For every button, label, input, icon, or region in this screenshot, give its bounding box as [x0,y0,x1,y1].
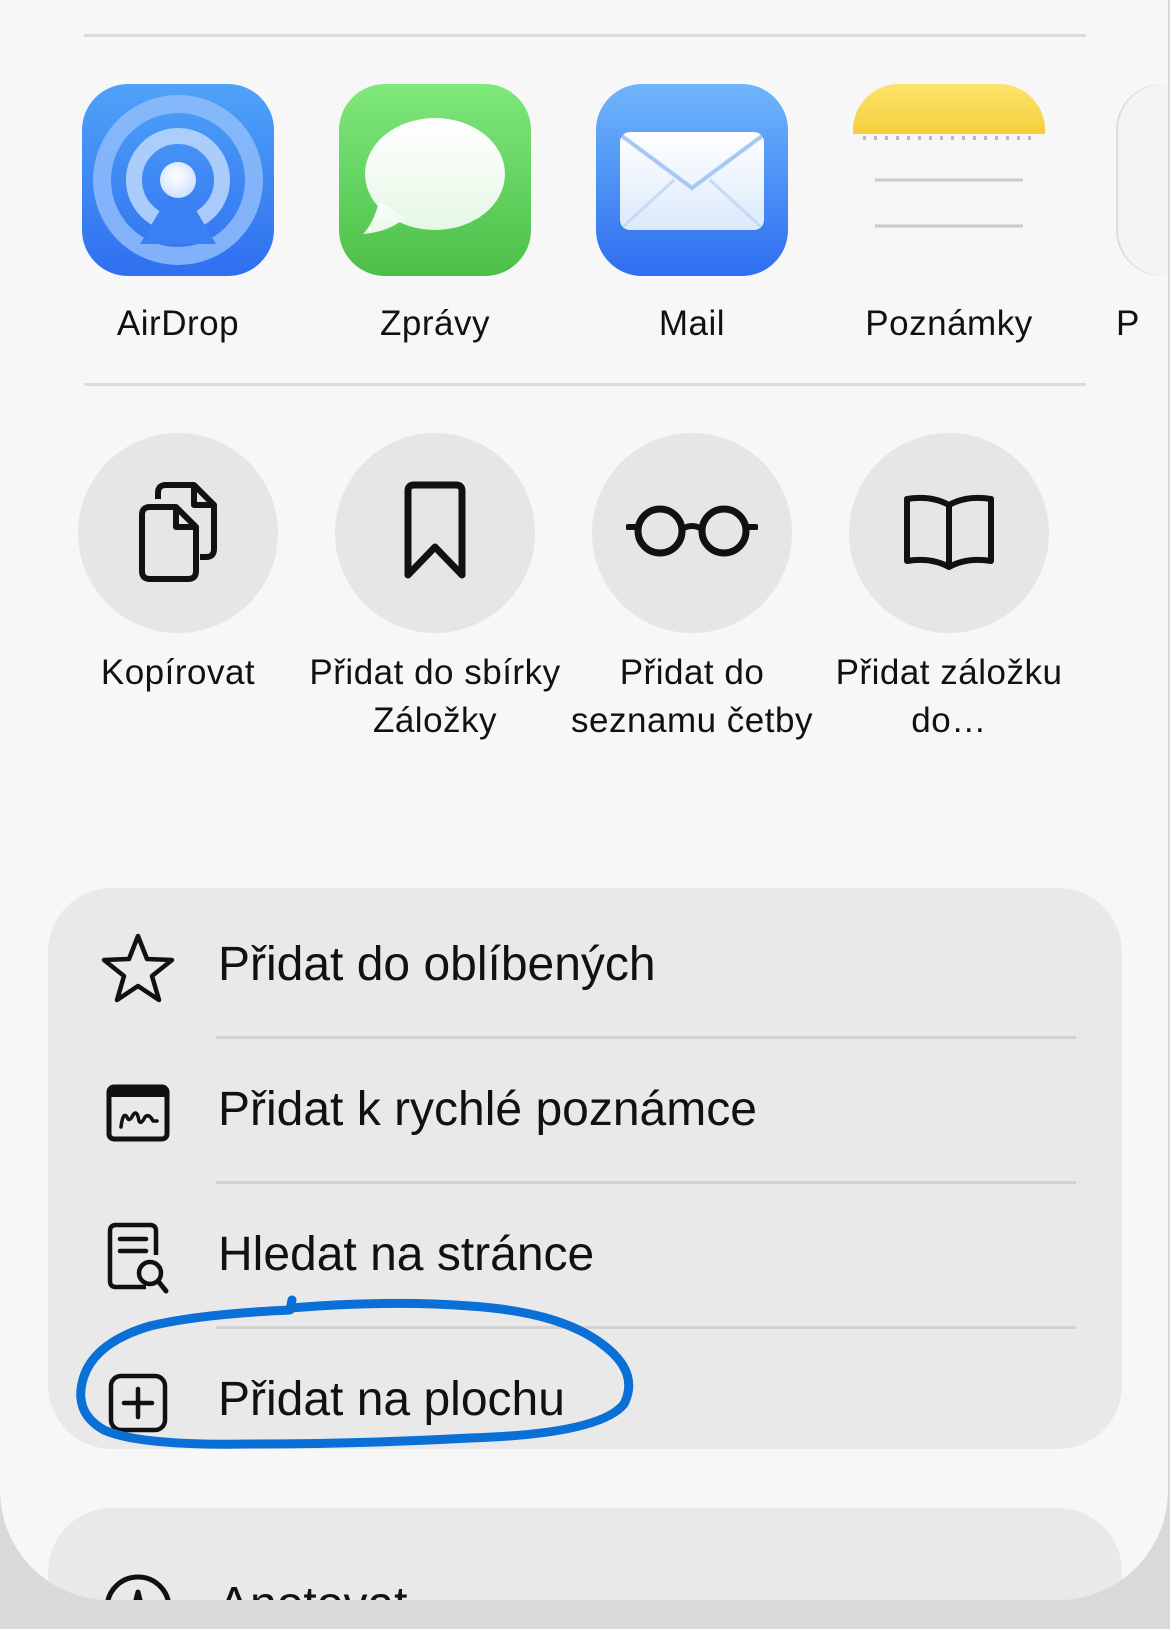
markup-icon [98,1568,178,1600]
share-target-label: Mail [658,304,726,343]
share-sheet: AirDrop Zprávy Mail Poznámky P Kopírovat… [0,0,1168,1600]
menu-item-label: Přidat do oblíbených [218,938,656,991]
menu-item-find-on-page[interactable]: Hledat na stránce [48,1178,1122,1328]
share-target-airdrop[interactable]: AirDrop [44,84,312,346]
copy-icon [136,479,220,588]
action-label: Přidat do sbírky Záložky [309,653,561,740]
action-bookmark-to[interactable]: Přidat záložku do… [815,433,1083,745]
share-target-label: Zprávy [380,304,490,343]
share-target-notes[interactable]: Poznámky [815,84,1083,346]
top-divider [84,34,1086,37]
action-list-secondary: Anotovat [48,1508,1122,1600]
glasses-icon [625,503,759,564]
share-target-label: P [1116,304,1140,343]
middle-divider [84,383,1086,386]
messages-icon [339,84,531,276]
action-label: Kopírovat [100,653,256,692]
action-copy[interactable]: Kopírovat [44,433,312,697]
menu-item-quick-note[interactable]: Přidat k rychlé poznámce [48,1033,1122,1183]
action-list: Přidat do oblíbených Přidat k rychlé poz… [48,888,1122,1449]
menu-item-label: Anotovat [218,1574,407,1600]
airdrop-icon [82,84,274,276]
action-add-bookmark[interactable]: Přidat do sbírky Záložky [301,433,569,745]
menu-item-markup[interactable]: Anotovat [48,1528,1122,1600]
menu-item-add-to-home-screen[interactable]: Přidat na plochu [48,1323,1122,1473]
menu-item-label: Přidat k rychlé poznámce [218,1083,757,1136]
share-target-label: Poznámky [865,304,1033,343]
share-target-reminders[interactable]: P [1072,84,1168,346]
share-target-mail[interactable]: Mail [558,84,826,346]
action-book-circle [849,433,1049,633]
share-target-messages[interactable]: Zprávy [301,84,569,346]
mail-icon [596,84,788,276]
action-reading-list[interactable]: Přidat do seznamu četby [558,433,826,745]
action-label: Přidat do seznamu četby [571,653,813,740]
notes-icon [853,84,1045,276]
action-bookmark-circle [335,433,535,633]
quick-note-icon [98,1073,178,1153]
star-icon [98,928,178,1008]
menu-item-label: Přidat na plochu [218,1373,565,1426]
bookmark-icon [402,481,468,586]
book-icon [901,491,997,576]
action-copy-circle [78,433,278,633]
find-on-page-icon [98,1218,178,1298]
add-square-icon [98,1363,178,1443]
menu-item-add-favorites[interactable]: Přidat do oblíbených [48,888,1122,1038]
reminders-icon [1116,84,1168,276]
action-reading-list-circle [592,433,792,633]
action-label: Přidat záložku do… [835,653,1063,740]
menu-item-label: Hledat na stránce [218,1228,595,1281]
share-target-label: AirDrop [116,304,240,343]
